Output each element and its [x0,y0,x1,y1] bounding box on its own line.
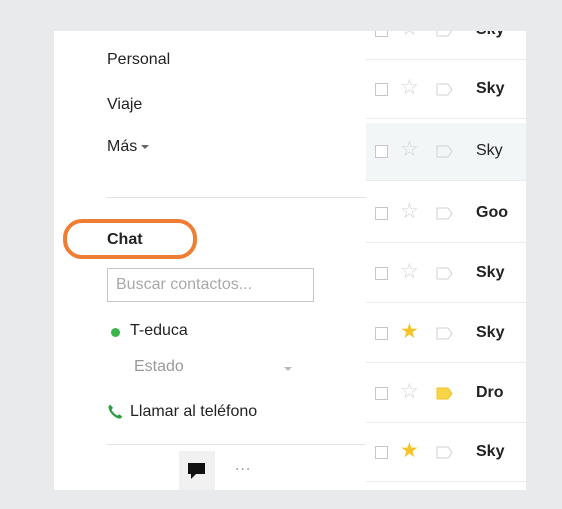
message-row[interactable]: ☆ Goo [366,185,526,243]
nav-divider [107,197,366,198]
message-row[interactable]: ★ Sky [366,305,526,363]
message-row[interactable]: ☆ Dro [366,365,526,423]
chat-footer-divider [107,444,366,445]
message-list: ☆ Sky ☆ Sky ☆ Sky ☆ Goo ☆ Sky ★ Sky ☆ Dro ★ Sky [366,31,526,490]
select-checkbox[interactable] [375,446,388,459]
chevron-down-icon [141,144,150,149]
select-checkbox[interactable] [375,267,388,280]
label-tag-icon[interactable] [436,31,453,37]
gmail-panel: Personal Viaje Más Chat T-educa Estado L… [54,31,526,490]
sender-name: Sky [476,324,505,341]
star-icon[interactable]: ☆ [400,76,419,100]
search-contacts-input[interactable] [107,268,314,302]
phone-icon[interactable] [107,404,123,420]
star-icon[interactable]: ★ [400,320,419,344]
more-options-button[interactable]: ... [235,457,251,475]
message-row[interactable]: ☆ Sky [366,245,526,303]
sender-name: Sky [476,80,505,97]
sender-name: Sky [476,443,505,460]
select-checkbox[interactable] [375,207,388,220]
nav-label-personal[interactable]: Personal [107,51,170,69]
star-icon[interactable]: ☆ [400,138,419,162]
sender-name: Dro [476,384,504,401]
label-tag-icon[interactable] [436,207,453,220]
label-tag-icon[interactable] [436,83,453,96]
label-tag-icon[interactable] [436,327,453,340]
nav-more-menu[interactable]: Más [107,138,150,156]
sender-name: Sky [476,31,526,39]
star-icon[interactable]: ☆ [400,260,419,284]
message-row[interactable]: ☆ Sky [366,31,526,60]
label-tag-icon[interactable] [436,446,453,459]
select-checkbox[interactable] [375,31,388,37]
sender-name: Sky [476,142,503,159]
star-icon[interactable]: ☆ [400,200,419,224]
presence-status-icon [111,328,120,337]
sender-name: Sky [476,264,505,281]
chevron-down-icon[interactable] [284,367,292,371]
contact-name[interactable]: T-educa [130,322,188,340]
select-checkbox[interactable] [375,327,388,340]
nav-label-viaje[interactable]: Viaje [107,96,142,114]
star-icon[interactable]: ★ [400,439,419,463]
message-row[interactable]: ☆ Sky [366,123,526,181]
select-checkbox[interactable] [375,83,388,96]
status-selector[interactable]: Estado [134,358,184,376]
label-tag-icon[interactable] [436,267,453,280]
select-checkbox[interactable] [375,387,388,400]
star-icon[interactable]: ☆ [400,380,419,404]
nav-more-label: Más [107,138,138,155]
chat-section-title: Chat [107,231,143,248]
star-icon[interactable]: ☆ [400,31,419,41]
chat-bubble-icon [188,463,205,479]
chat-tab-button[interactable] [179,451,215,490]
label-tag-icon[interactable] [436,387,453,400]
label-tag-icon[interactable] [436,145,453,158]
message-row[interactable]: ★ Sky [366,424,526,482]
message-row[interactable]: ☆ Sky [366,61,526,119]
sender-name: Goo [476,204,508,221]
select-checkbox[interactable] [375,145,388,158]
call-phone-link[interactable]: Llamar al teléfono [130,403,257,421]
